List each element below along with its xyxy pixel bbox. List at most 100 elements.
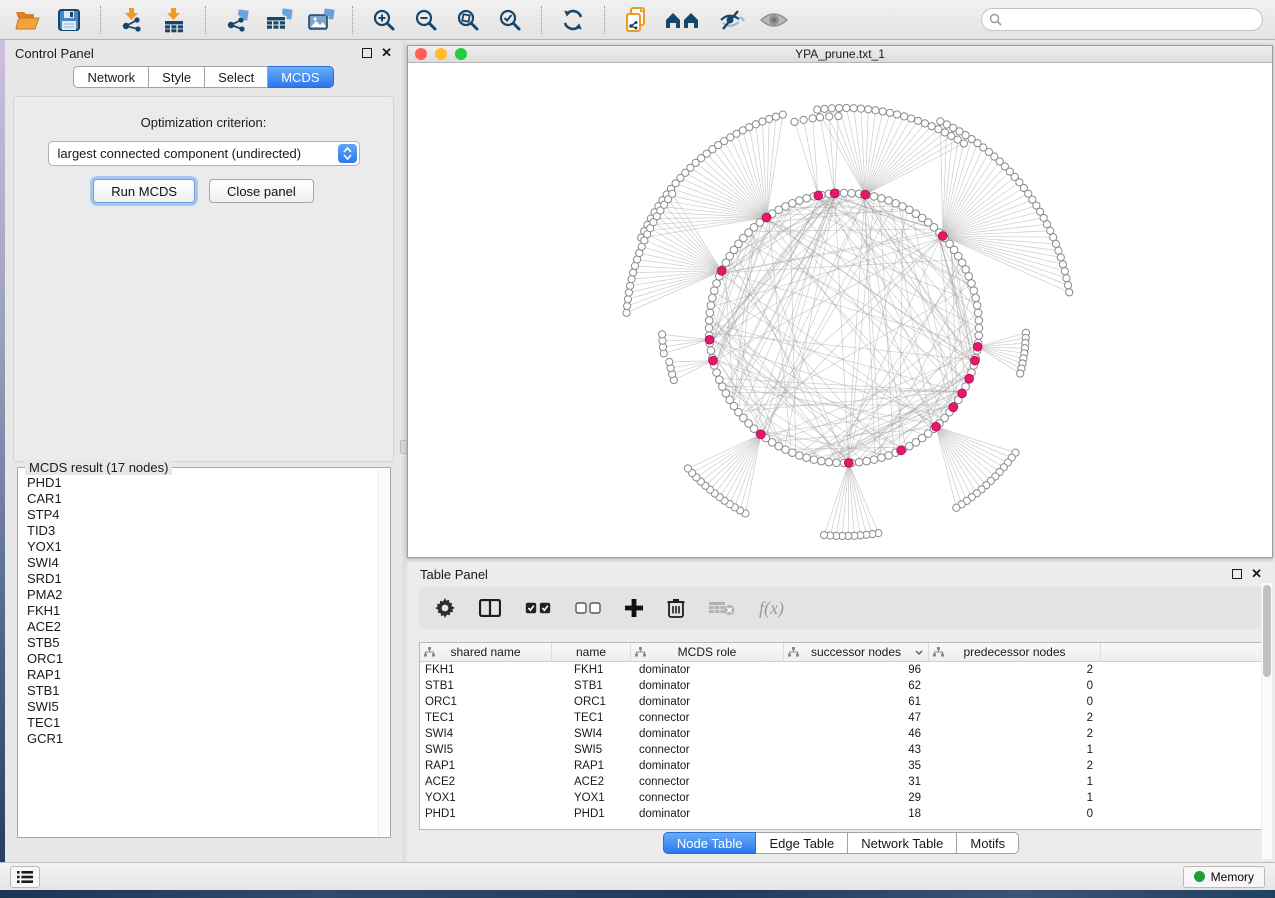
- mcds-result-item[interactable]: YOX1: [27, 539, 390, 555]
- graph-leaf-node[interactable]: [835, 104, 842, 111]
- table-cell[interactable]: 0: [929, 680, 1101, 692]
- table-cell[interactable]: FKH1: [420, 664, 552, 676]
- graph-hub-node[interactable]: [705, 335, 714, 344]
- table-scrollbar-thumb[interactable]: [1263, 585, 1271, 677]
- graph-node[interactable]: [885, 452, 893, 460]
- graph-leaf-node[interactable]: [816, 114, 823, 121]
- graph-node[interactable]: [973, 302, 981, 310]
- table-cell[interactable]: 47: [784, 712, 929, 724]
- graph-leaf-node[interactable]: [879, 108, 886, 115]
- graph-node[interactable]: [705, 324, 713, 332]
- hide-selected-icon[interactable]: [717, 6, 747, 34]
- graph-node[interactable]: [975, 332, 983, 340]
- mcds-result-item[interactable]: TEC1: [27, 715, 390, 731]
- mcds-result-item[interactable]: ACE2: [27, 619, 390, 635]
- deselect-all-icon[interactable]: [575, 602, 601, 614]
- mcds-result-item[interactable]: STB5: [27, 635, 390, 651]
- graph-leaf-node[interactable]: [872, 107, 879, 114]
- add-column-icon[interactable]: [625, 599, 643, 617]
- graph-leaf-node[interactable]: [809, 115, 816, 122]
- table-cell[interactable]: SWI4: [552, 728, 631, 740]
- table-cell[interactable]: 29: [784, 792, 929, 804]
- tab-style[interactable]: Style: [149, 66, 205, 88]
- graph-hub-node[interactable]: [958, 389, 967, 398]
- table-cell[interactable]: connector: [631, 744, 784, 756]
- graph-leaf-node[interactable]: [821, 105, 828, 112]
- column-header-successor-nodes[interactable]: successor nodes: [784, 643, 929, 661]
- tab-network-table[interactable]: Network Table: [848, 832, 957, 854]
- import-table-icon[interactable]: [159, 6, 189, 34]
- graph-leaf-node[interactable]: [628, 276, 635, 283]
- graph-node[interactable]: [885, 197, 893, 205]
- graph-hub-node[interactable]: [709, 356, 718, 365]
- float-panel-icon[interactable]: [1232, 569, 1242, 579]
- import-network-icon[interactable]: [117, 6, 147, 34]
- graph-leaf-node[interactable]: [921, 120, 928, 127]
- graph-leaf-node[interactable]: [901, 113, 908, 120]
- float-panel-icon[interactable]: [362, 48, 372, 58]
- criterion-select[interactable]: largest connected component (undirected): [48, 141, 360, 166]
- table-row[interactable]: YOX1YOX1connector291: [420, 790, 1262, 806]
- tab-select[interactable]: Select: [205, 66, 268, 88]
- graph-leaf-node[interactable]: [820, 531, 827, 538]
- graph-leaf-node[interactable]: [893, 111, 900, 118]
- table-row[interactable]: TEC1TEC1connector472: [420, 710, 1262, 726]
- graph-leaf-node[interactable]: [843, 104, 850, 111]
- tab-network[interactable]: Network: [73, 66, 149, 88]
- table-row[interactable]: ORC1ORC1dominator610: [420, 694, 1262, 710]
- column-header-shared-name[interactable]: shared name: [420, 643, 552, 661]
- graph-hub-node[interactable]: [762, 213, 771, 222]
- graph-node[interactable]: [707, 302, 715, 310]
- toolbar-search[interactable]: [981, 8, 1263, 31]
- graph-node[interactable]: [796, 197, 804, 205]
- mcds-result-item[interactable]: RAP1: [27, 667, 390, 683]
- table-cell[interactable]: YOX1: [420, 792, 552, 804]
- mcds-result-scrollbar[interactable]: [378, 469, 389, 836]
- graph-node[interactable]: [974, 309, 982, 317]
- graph-leaf-node[interactable]: [953, 504, 960, 511]
- graph-leaf-node[interactable]: [766, 115, 773, 122]
- table-row[interactable]: ACE2ACE2connector311: [420, 774, 1262, 790]
- zoom-fit-icon[interactable]: [453, 6, 483, 34]
- table-cell[interactable]: ORC1: [420, 696, 552, 708]
- mcds-result-item[interactable]: PMA2: [27, 587, 390, 603]
- mcds-result-item[interactable]: TID3: [27, 523, 390, 539]
- graph-node[interactable]: [803, 194, 811, 202]
- table-cell[interactable]: RAP1: [420, 760, 552, 772]
- mcds-result-item[interactable]: SWI5: [27, 699, 390, 715]
- search-input[interactable]: [1007, 13, 1255, 27]
- graph-hub-node[interactable]: [814, 191, 823, 200]
- graph-leaf-node[interactable]: [659, 331, 666, 338]
- graph-node[interactable]: [803, 454, 811, 462]
- table-cell[interactable]: 46: [784, 728, 929, 740]
- table-cell[interactable]: PHD1: [552, 808, 631, 820]
- graph-leaf-node[interactable]: [835, 112, 842, 119]
- graph-node[interactable]: [870, 456, 878, 464]
- window-minimize-icon[interactable]: [435, 48, 447, 60]
- close-panel-icon[interactable]: ✕: [1251, 569, 1262, 579]
- copy-network-icon[interactable]: [621, 6, 651, 34]
- graph-leaf-node[interactable]: [752, 121, 759, 128]
- graph-leaf-node[interactable]: [684, 465, 691, 472]
- open-folder-icon[interactable]: [12, 6, 42, 34]
- graph-node[interactable]: [878, 194, 886, 202]
- graph-node[interactable]: [713, 369, 721, 377]
- graph-node[interactable]: [840, 189, 848, 197]
- table-cell[interactable]: 43: [784, 744, 929, 756]
- table-cell[interactable]: connector: [631, 712, 784, 724]
- graph-node[interactable]: [970, 287, 978, 295]
- export-image-icon[interactable]: [306, 6, 336, 34]
- mcds-result-item[interactable]: FKH1: [27, 603, 390, 619]
- graph-node[interactable]: [706, 309, 714, 317]
- table-cell[interactable]: STB1: [420, 680, 552, 692]
- graph-node[interactable]: [709, 294, 717, 302]
- graph-leaf-node[interactable]: [625, 289, 632, 296]
- table-row[interactable]: SWI4SWI4dominator462: [420, 726, 1262, 742]
- save-icon[interactable]: [54, 6, 84, 34]
- table-cell[interactable]: 18: [784, 808, 929, 820]
- mcds-result-item[interactable]: STP4: [27, 507, 390, 523]
- graph-hub-node[interactable]: [861, 190, 870, 199]
- graph-node[interactable]: [848, 189, 856, 197]
- table-row[interactable]: STB1STB1dominator620: [420, 678, 1262, 694]
- graph-node[interactable]: [855, 458, 863, 466]
